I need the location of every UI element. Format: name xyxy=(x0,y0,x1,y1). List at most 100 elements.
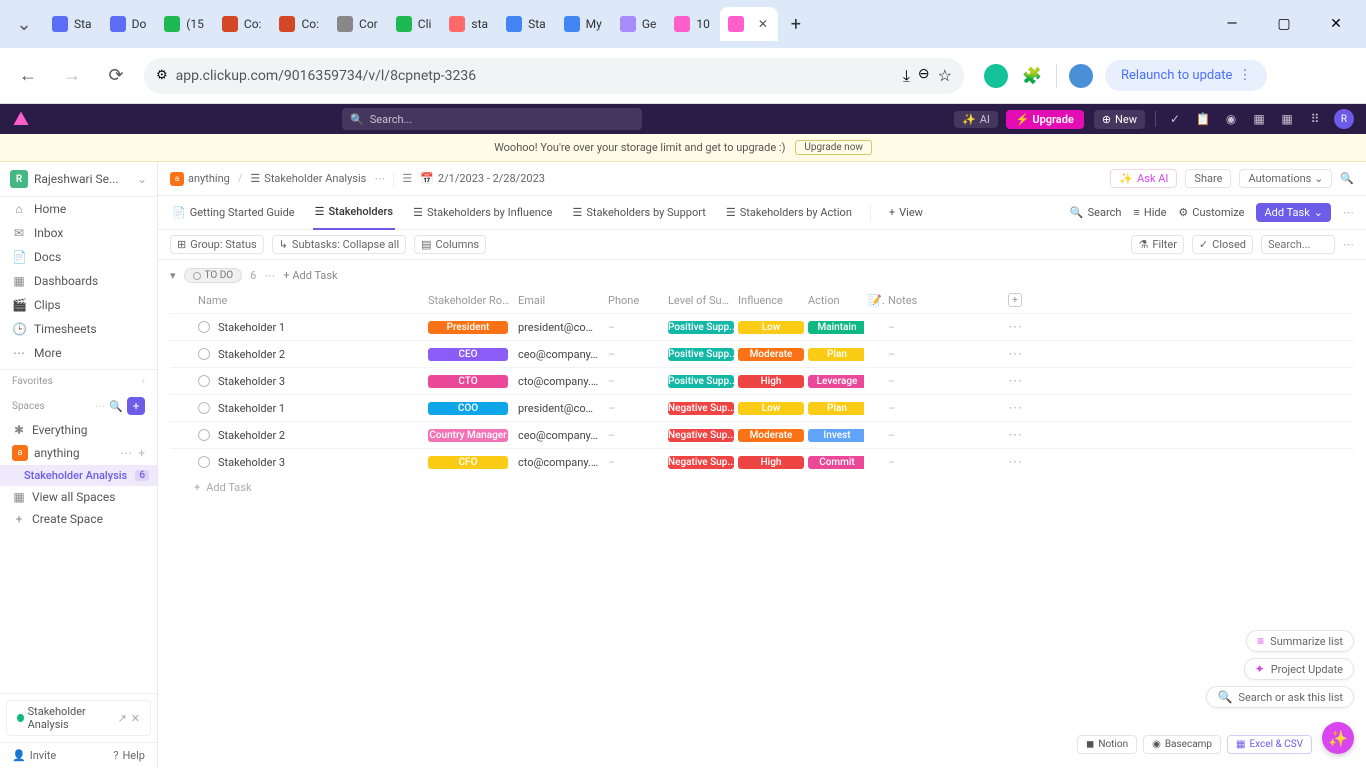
action-badge[interactable]: Invest xyxy=(808,429,864,442)
status-circle-icon[interactable] xyxy=(198,321,210,333)
status-circle-icon[interactable] xyxy=(198,456,210,468)
status-circle-icon[interactable] xyxy=(198,429,210,441)
browser-tab[interactable]: Cli xyxy=(388,7,440,41)
sidebar-item-clips[interactable]: 🎬Clips xyxy=(0,293,157,317)
support-badge[interactable]: Positive Supp... xyxy=(668,321,734,334)
browser-tab[interactable]: Sta xyxy=(498,7,554,41)
browser-tab[interactable]: Co: xyxy=(271,7,327,41)
columns-chip[interactable]: ▤ Columns xyxy=(414,235,486,254)
sidebar-item-inbox[interactable]: ✉Inbox xyxy=(0,221,157,245)
add-task-row[interactable]: + Add Task xyxy=(170,475,1354,500)
profile-avatar[interactable] xyxy=(1069,64,1093,88)
phone-cell[interactable]: – xyxy=(604,427,664,444)
table-row[interactable]: Stakeholder 2 Country Manager ceo@compan… xyxy=(170,421,1354,448)
grammarly-extension-icon[interactable] xyxy=(984,64,1008,88)
phone-cell[interactable]: – xyxy=(604,454,664,471)
influence-badge[interactable]: High xyxy=(738,456,804,469)
support-badge[interactable]: Positive Supp... xyxy=(668,375,734,388)
table-row[interactable]: Stakeholder 2 CEO ceo@company.c... – Pos… xyxy=(170,340,1354,367)
column-header[interactable]: Name xyxy=(194,292,424,309)
excel-integration[interactable]: ▦ Excel & CSV xyxy=(1227,735,1312,754)
address-bar[interactable]: ⚙ app.clickup.com/9016359734/v/l/8cpnetp… xyxy=(144,58,964,94)
column-header[interactable]: Influence xyxy=(734,292,804,309)
open-doc-chip[interactable]: Stakeholder Analysis ↗ ✕ xyxy=(6,700,151,736)
search-list-button[interactable]: 🔍Search or ask this list xyxy=(1206,686,1354,708)
browser-tab[interactable]: Ge xyxy=(612,7,665,41)
row-menu-icon[interactable]: ⋯ xyxy=(1004,452,1034,472)
notes-cell[interactable]: – xyxy=(884,346,1004,363)
influence-badge[interactable]: Low xyxy=(738,321,804,334)
status-circle-icon[interactable] xyxy=(198,348,210,360)
add-column-button[interactable]: + xyxy=(1008,293,1022,307)
influence-badge[interactable]: Moderate xyxy=(738,429,804,442)
support-badge[interactable]: Negative Sup... xyxy=(668,402,734,415)
email-cell[interactable]: president@comp... xyxy=(514,319,604,336)
more-icon[interactable]: ⋯ xyxy=(1343,238,1354,251)
role-badge[interactable]: President xyxy=(428,321,508,334)
browser-tab[interactable]: (15 xyxy=(156,7,212,41)
banner-upgrade-button[interactable]: Upgrade now xyxy=(795,140,872,155)
status-pill[interactable]: TO DO xyxy=(184,268,243,283)
influence-badge[interactable]: Low xyxy=(738,402,804,415)
zoom-icon[interactable]: ⊖ xyxy=(918,66,930,86)
invite-button[interactable]: 👤Invite xyxy=(12,749,56,762)
collapse-icon[interactable]: ▾ xyxy=(170,269,176,282)
sidebar-item-more[interactable]: ⋯More xyxy=(0,341,157,365)
notes-cell[interactable]: – xyxy=(884,319,1004,336)
phone-cell[interactable]: – xyxy=(604,400,664,417)
more-icon[interactable]: ⋯ xyxy=(1343,206,1354,219)
support-badge[interactable]: Negative Sup... xyxy=(668,456,734,469)
open-icon[interactable]: ↗ xyxy=(118,712,127,725)
role-badge[interactable]: CEO xyxy=(428,348,508,361)
add-view-button[interactable]: + View xyxy=(887,196,925,230)
more-icon[interactable]: ⋯ xyxy=(120,446,132,460)
notes-cell[interactable]: – xyxy=(884,400,1004,417)
browser-tab[interactable]: 10 xyxy=(666,7,718,41)
ask-ai-button[interactable]: ✨ Ask AI xyxy=(1110,169,1177,188)
search-icon[interactable]: 🔍 xyxy=(1340,172,1354,185)
notepad-icon[interactable]: 📋 xyxy=(1194,110,1212,128)
summarize-list-button[interactable]: ≡Summarize list xyxy=(1246,630,1354,652)
email-cell[interactable]: cto@company.c... xyxy=(514,454,604,471)
workspace-switcher[interactable]: R Rajeshwari Se... ⌄ xyxy=(0,162,157,197)
install-app-icon[interactable]: ⤓ xyxy=(903,66,910,86)
browser-tab[interactable]: Co: xyxy=(214,7,270,41)
browser-tab[interactable]: sta xyxy=(441,7,496,41)
browser-tab[interactable]: Do xyxy=(102,7,155,41)
new-button[interactable]: ⊕ New xyxy=(1094,110,1145,129)
group-add-task[interactable]: + Add Task xyxy=(283,269,337,282)
ai-button[interactable]: ✨ AI xyxy=(954,111,998,128)
support-badge[interactable]: Negative Sup... xyxy=(668,429,734,442)
basecamp-integration[interactable]: ◉ Basecamp xyxy=(1143,735,1221,754)
row-menu-icon[interactable]: ⋯ xyxy=(1004,371,1034,391)
tab-dropdown-icon[interactable]: ⌄ xyxy=(8,8,40,40)
relaunch-button[interactable]: Relaunch to update ⋮ xyxy=(1105,60,1267,91)
forward-button[interactable]: → xyxy=(56,60,88,92)
notion-integration[interactable]: ◼ Notion xyxy=(1077,735,1137,754)
bookmark-icon[interactable]: ☆ xyxy=(938,66,952,86)
filter-button[interactable]: ⚗ Filter xyxy=(1131,235,1183,254)
closed-button[interactable]: ✓ Closed xyxy=(1192,235,1253,254)
breadcrumb-space[interactable]: a anything xyxy=(170,172,230,186)
record-icon[interactable]: ◉ xyxy=(1222,110,1240,128)
browser-tab[interactable]: My xyxy=(556,7,610,41)
column-header[interactable]: 📝 xyxy=(864,292,884,309)
breadcrumb-list[interactable]: ☰ Stakeholder Analysis xyxy=(250,172,366,185)
browser-tab[interactable]: Cor xyxy=(329,7,386,41)
global-search[interactable]: 🔍 Search... xyxy=(342,108,642,130)
notes-cell[interactable]: – xyxy=(884,454,1004,471)
grid-icon[interactable]: ▦ xyxy=(1278,110,1296,128)
window-minimize-icon[interactable]: — xyxy=(1210,8,1254,40)
notes-cell[interactable]: – xyxy=(884,427,1004,444)
row-menu-icon[interactable]: ⋯ xyxy=(1004,425,1034,445)
window-close-icon[interactable]: ✕ xyxy=(1314,8,1358,40)
action-badge[interactable]: Plan xyxy=(808,402,864,415)
table-row[interactable]: Stakeholder 1 President president@comp..… xyxy=(170,313,1354,340)
table-row[interactable]: Stakeholder 3 CFO cto@company.c... – Neg… xyxy=(170,448,1354,475)
more-icon[interactable]: ⋯ xyxy=(374,172,385,185)
influence-badge[interactable]: Moderate xyxy=(738,348,804,361)
add-space-button[interactable]: + xyxy=(127,397,145,415)
help-button[interactable]: ?Help xyxy=(113,749,145,762)
add-icon[interactable]: + xyxy=(138,446,145,460)
sidebar-list-stakeholder-analysis[interactable]: Stakeholder Analysis 6 xyxy=(0,465,157,486)
